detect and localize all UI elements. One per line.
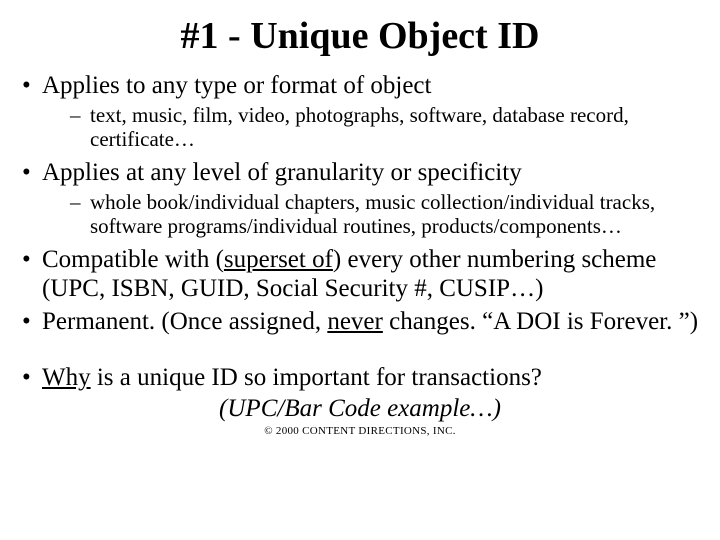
bullet-4-underline: never — [327, 308, 383, 335]
bullet-1-sub-list: text, music, film, video, photographs, s… — [42, 103, 702, 151]
bullet-4-pre: Permanent. (Once assigned, — [42, 308, 327, 335]
bullet-2-sub: whole book/individual chapters, music co… — [42, 190, 702, 238]
bullet-5-post: is a unique ID so important for transact… — [91, 364, 542, 391]
slide: #1 - Unique Object ID Applies to any typ… — [0, 0, 720, 540]
bullet-3-pre: Compatible with ( — [42, 246, 224, 273]
bullet-1-sub: text, music, film, video, photographs, s… — [42, 103, 702, 151]
bullet-4: Permanent. (Once assigned, never changes… — [18, 308, 702, 337]
spacer — [18, 338, 702, 360]
bullet-2-text: Applies at any level of granularity or s… — [42, 159, 522, 186]
example-line: (UPC/Bar Code example…) — [18, 395, 702, 423]
bullet-3: Compatible with (superset of) every othe… — [18, 246, 702, 304]
bullet-5: Why is a unique ID so important for tran… — [18, 364, 702, 393]
bullet-4-post: changes. “A DOI is Forever. ”) — [383, 308, 698, 335]
bullet-2-sub-list: whole book/individual chapters, music co… — [42, 190, 702, 238]
bullet-list: Applies to any type or format of object … — [18, 72, 702, 336]
bullet-5-underline: Why — [42, 364, 91, 391]
bullet-2: Applies at any level of granularity or s… — [18, 159, 702, 238]
copyright: © 2000 CONTENT DIRECTIONS, INC. — [18, 425, 702, 437]
bullet-1-text: Applies to any type or format of object — [42, 72, 431, 99]
bullet-list-2: Why is a unique ID so important for tran… — [18, 364, 702, 393]
bullet-1: Applies to any type or format of object … — [18, 72, 702, 151]
slide-title: #1 - Unique Object ID — [18, 14, 702, 58]
bullet-3-underline: superset of — [224, 246, 333, 273]
